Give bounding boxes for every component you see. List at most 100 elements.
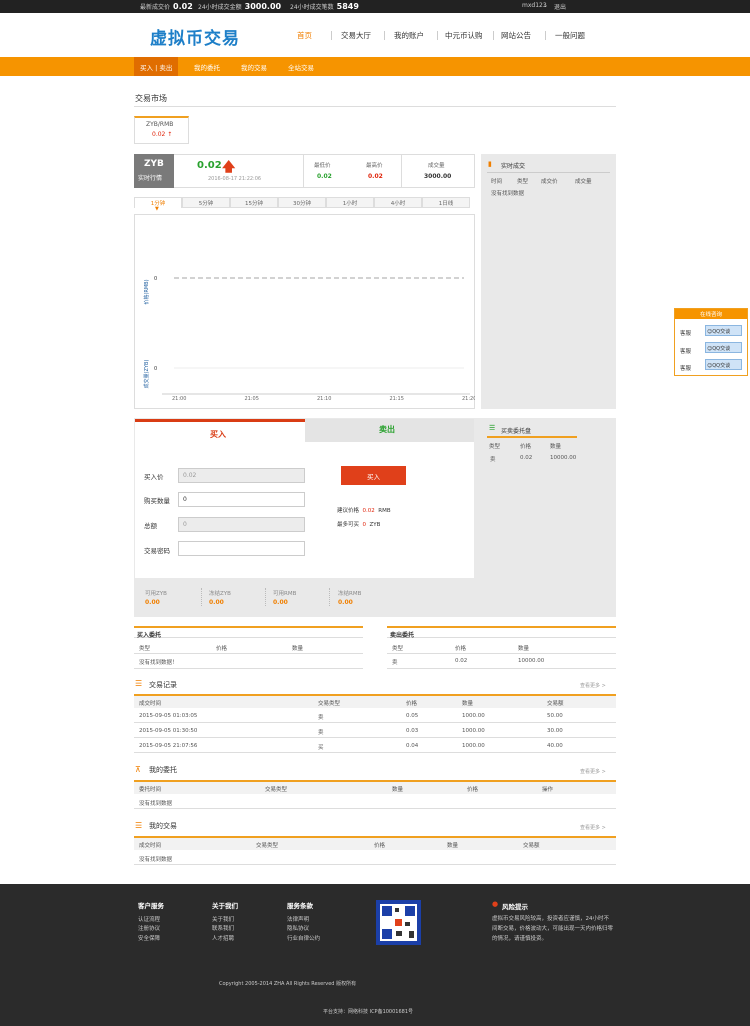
my-trades-more-link[interactable]: 查看更多 > <box>580 824 606 831</box>
volume-label: 24小时成交金额 <box>198 4 242 11</box>
footer-link[interactable]: 认证流程 <box>138 915 160 923</box>
records-col-amount: 交易额 <box>547 701 564 707</box>
list-icon: ☰ <box>135 679 143 688</box>
order-icon: ⊼ <box>135 765 141 774</box>
divider <box>134 737 616 738</box>
support-label: 客服 <box>680 349 692 355</box>
warning-icon: ● <box>492 900 499 908</box>
sell-orders-row-qty: 10000.00 <box>518 658 545 664</box>
support-label: 客服 <box>680 366 692 372</box>
divider <box>401 154 402 188</box>
price-input[interactable]: 0.02 <box>178 468 305 483</box>
my-trades-col-amount: 交易额 <box>523 843 540 849</box>
records-header-row <box>134 696 616 708</box>
nav-announcements[interactable]: 网站公告 <box>501 30 531 41</box>
nav-trading-hall[interactable]: 交易大厅 <box>341 30 371 41</box>
nav-faq[interactable]: 一般问题 <box>555 30 585 41</box>
nav-my-account[interactable]: 我的账户 <box>394 30 424 41</box>
tab-30min[interactable]: 30分钟 <box>278 197 326 208</box>
latest-price-stat: 最新成交价 0.02 <box>140 2 193 11</box>
ticker-price: 0.02 <box>197 160 222 171</box>
tab-4h[interactable]: 4小时 <box>374 197 422 208</box>
footer-link[interactable]: 人才招聘 <box>212 934 234 942</box>
buy-submit-button[interactable]: 买入 <box>341 466 406 485</box>
sub-nav: 买入 | 卖出 我的委托 我的交易 全站交易 <box>0 57 750 76</box>
qty-input[interactable]: 0 <box>178 492 305 507</box>
online-support-widget: 在线咨询 客服 ☺QQ交谈 客服 ☺QQ交谈 客服 ☺QQ交谈 <box>674 308 748 376</box>
list-icon: ☰ <box>135 821 143 830</box>
nav-subscribe[interactable]: 中元币认购 <box>445 30 483 41</box>
tab-5min[interactable]: 5分钟 <box>182 197 230 208</box>
nav-home[interactable]: 首页 <box>297 30 312 41</box>
realtime-col-time: 时间 <box>491 179 503 185</box>
table-row-qty: 1000.00 <box>462 728 485 734</box>
sell-orders-col-type: 类型 <box>392 646 404 652</box>
tab-buy[interactable]: 买入 <box>135 419 305 442</box>
footer-link[interactable]: 注册协议 <box>138 924 160 932</box>
orderbook-row-qty: 10000.00 <box>550 455 577 461</box>
logout-link[interactable]: 退出 <box>554 2 566 11</box>
tab-buy-label: 买入 <box>210 430 226 439</box>
realtime-empty: 没有找到数据 <box>491 191 525 197</box>
nav-divider <box>545 31 546 40</box>
tab-1d[interactable]: 1日线 <box>422 197 470 208</box>
balance-label: 冻结ZYB <box>209 591 231 597</box>
x-tick-label: 21:00 <box>172 396 186 402</box>
support-label: 客服 <box>680 331 692 337</box>
footer-link[interactable]: 关于我们 <box>212 915 234 923</box>
tab-sell-label: 卖出 <box>379 425 395 434</box>
tab-15min[interactable]: 15分钟 <box>230 197 278 208</box>
x-tick-label: 21:05 <box>245 396 259 402</box>
list-icon: ☰ <box>489 424 496 432</box>
divider <box>387 653 616 654</box>
volume-stat: 24小时成交金额 3000.00 <box>198 2 281 11</box>
table-row-price: 0.03 <box>406 728 419 734</box>
records-more-link[interactable]: 查看更多 > <box>580 682 606 689</box>
max-label: 最多可买 <box>337 522 360 528</box>
nav-divider <box>331 31 332 40</box>
risk-text: 虚拟币交易风险较高，投资者应谨慎，24小时不间断交易，价格波动大，可能出现一天内… <box>492 916 614 942</box>
footer-link[interactable]: 行业自律公约 <box>287 934 320 942</box>
table-row-qty: 1000.00 <box>462 713 485 719</box>
table-row-amount: 50.00 <box>547 713 563 719</box>
footer-link[interactable]: 安全保障 <box>138 934 160 942</box>
tab-1h[interactable]: 1小时 <box>326 197 374 208</box>
max-buy: 最多可买 0 ZYB <box>337 520 380 528</box>
qq-chat-button[interactable]: ☺QQ交谈 <box>705 359 742 370</box>
total-input[interactable]: 0 <box>178 517 305 532</box>
table-row-type: 卖 <box>318 730 324 736</box>
divider <box>134 722 616 723</box>
realtime-col-type: 类型 <box>517 179 529 185</box>
orderbook-col-price: 价格 <box>520 444 532 450</box>
trade-password-input[interactable] <box>178 541 305 556</box>
site-logo[interactable]: 虚拟币交易 <box>150 24 240 49</box>
qty-label: 购买数量 <box>144 497 170 505</box>
records-col-price: 价格 <box>406 701 418 707</box>
divider <box>134 653 363 654</box>
footer-link[interactable]: 法律声明 <box>287 915 309 923</box>
copyright: Copyright 2005-2014 ZHA All Rights Reser… <box>219 981 357 987</box>
qq-chat-button[interactable]: ☺QQ交谈 <box>705 342 742 353</box>
qr-code-icon <box>376 900 421 945</box>
footer-col2-title: 关于我们 <box>212 902 238 910</box>
vol-label: 成交量 <box>428 163 445 169</box>
realtime-panel: ▮ 实时成交 时间 类型 成交价 成交量 没有找到数据 <box>481 154 616 409</box>
subnav-all-trades[interactable]: 全站交易 <box>288 62 314 72</box>
subnav-buy-sell[interactable]: 买入 | 卖出 <box>134 57 179 76</box>
coin-card[interactable]: ZYB/RMB 0.02 ↑ <box>134 116 189 144</box>
volume-ytick: 0 <box>154 366 157 372</box>
footer-link[interactable]: 联系我们 <box>212 924 234 932</box>
my-orders-more-link[interactable]: 查看更多 > <box>580 768 606 775</box>
total-label: 总额 <box>144 522 157 530</box>
footer-link[interactable]: 隐私协议 <box>287 924 309 932</box>
qq-chat-button[interactable]: ☺QQ交谈 <box>705 325 742 336</box>
orderbook-col-type: 类型 <box>489 444 501 450</box>
table-row-price: 0.04 <box>406 743 419 749</box>
volume-value: 3000.00 <box>244 2 282 11</box>
subnav-my-orders[interactable]: 我的委托 <box>194 62 220 72</box>
trade-count-label: 24小时成交笔数 <box>290 4 334 11</box>
user-menu-chevron-icon[interactable]: ⌄ <box>543 2 548 9</box>
subnav-my-trades[interactable]: 我的交易 <box>241 62 267 72</box>
tab-sell[interactable]: 卖出 <box>305 419 474 442</box>
high-value: 0.02 <box>368 173 383 180</box>
